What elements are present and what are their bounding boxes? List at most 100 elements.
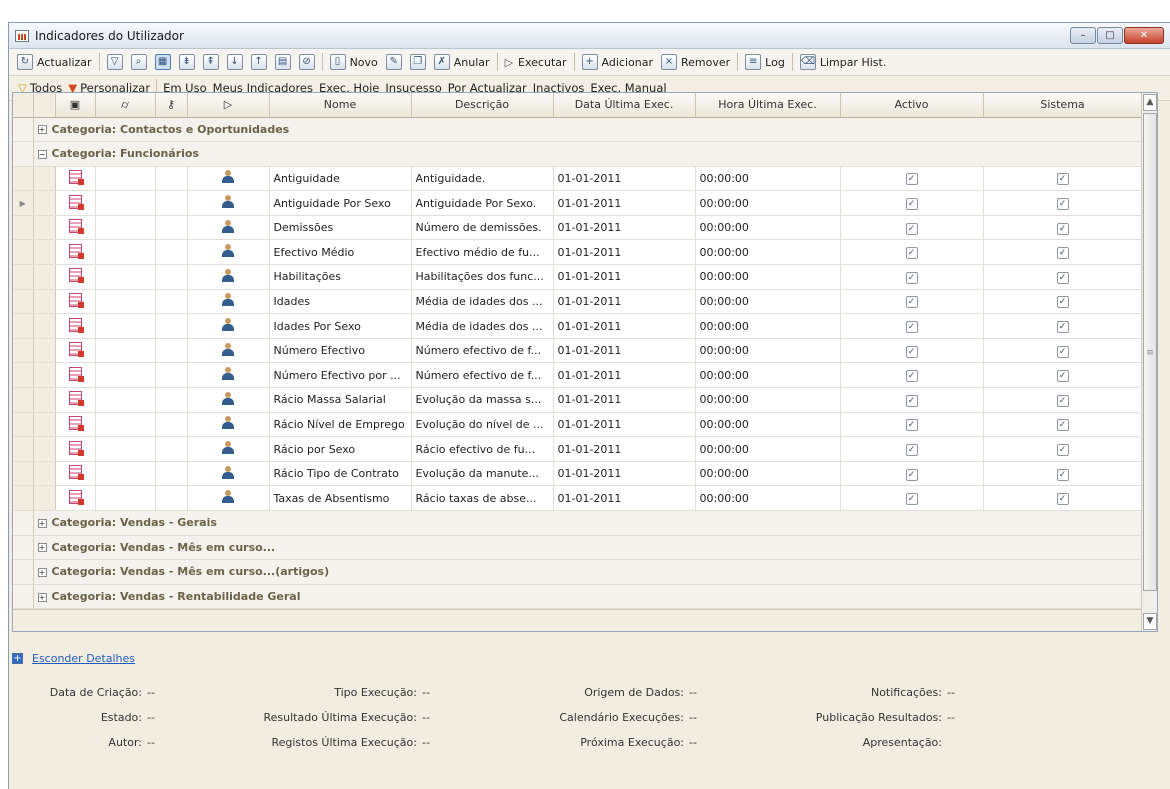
expand-icon[interactable]: +	[37, 592, 47, 602]
table-row[interactable]: Antiguidade Antiguidade. 01-01-2011 00:00:0…	[13, 166, 1143, 192]
table-row[interactable]: Rácio Massa Salarial Evolução da massa s.…	[13, 387, 1143, 413]
collapse-details-icon[interactable]: +	[12, 653, 23, 664]
last-exec-time-cell[interactable]: 00:00:00	[695, 436, 841, 462]
system-checkbox[interactable]: ✓	[1056, 271, 1069, 284]
description-cell[interactable]: Evolução da manute...	[411, 461, 554, 487]
group-by-button[interactable]: ▦	[151, 52, 175, 73]
cancel-button[interactable]: ✗ Anular	[430, 52, 494, 73]
table-row[interactable]: Número Efectivo por ... Número efectivo d…	[13, 362, 1143, 389]
last-exec-date-cell[interactable]: 01-01-2011	[553, 436, 696, 462]
find-button[interactable]: ⌕	[127, 52, 151, 73]
columns-button[interactable]: ▤	[271, 52, 295, 73]
column-header-report-type[interactable]: ▣	[55, 93, 96, 118]
system-checkbox[interactable]: ✓	[1056, 173, 1069, 186]
group-cell[interactable]: − Categoria: Funcionários	[33, 141, 1143, 167]
scroll-thumb[interactable]: ≡	[1143, 113, 1157, 591]
refresh-button[interactable]: ↻ Actualizar	[13, 52, 96, 73]
name-cell[interactable]: Antiguidade Por Sexo	[269, 190, 412, 216]
hide-details-link[interactable]: Esconder Detalhes	[32, 652, 135, 665]
name-cell[interactable]: Número Efectivo	[269, 338, 412, 364]
system-checkbox[interactable]: ✓	[1056, 419, 1069, 432]
group-cell[interactable]: + Categoria: Vendas - Rentabilidade Geral	[33, 584, 1143, 610]
group-row[interactable]: + Categoria: Vendas - Mês em curso...	[13, 535, 1143, 561]
system-checkbox[interactable]: ✓	[1056, 321, 1069, 334]
table-row[interactable]: Rácio Tipo de Contrato Evolução da manute…	[13, 461, 1143, 487]
close-button[interactable]: ✕	[1124, 27, 1164, 44]
table-row[interactable]: Habilitações Habilitações dos func... 01-0…	[13, 264, 1143, 290]
active-checkbox[interactable]: ✓	[905, 370, 918, 383]
description-cell[interactable]: Evolução da massa s...	[411, 387, 554, 413]
last-exec-date-cell[interactable]: 01-01-2011	[553, 264, 696, 290]
table-row[interactable]: Idades Por Sexo Média de idades dos ... 01…	[13, 313, 1143, 339]
column-header-execution[interactable]: ▷	[187, 93, 270, 118]
description-cell[interactable]: Número efectivo de f...	[411, 362, 554, 389]
collapse-all-button[interactable]: ⇞	[199, 52, 223, 73]
execute-button[interactable]: ▷ Executar	[501, 52, 571, 73]
group-cell[interactable]: + Categoria: Vendas - Mês em curso...	[33, 535, 1143, 561]
expand-icon[interactable]: +	[37, 518, 47, 528]
group-row[interactable]: + Categoria: Vendas - Gerais	[13, 510, 1143, 536]
last-exec-date-cell[interactable]: 01-01-2011	[553, 387, 696, 413]
group-row[interactable]: + Categoria: Vendas - Mês em curso...(art…	[13, 559, 1143, 585]
group-row[interactable]: + Categoria: Vendas - Rentabilidade Geral	[13, 584, 1143, 610]
table-row[interactable]: Rácio por Sexo Rácio efectivo de fu... 01-…	[13, 436, 1143, 462]
active-checkbox[interactable]: ✓	[905, 468, 918, 481]
name-cell[interactable]: Número Efectivo por ...	[269, 362, 412, 389]
table-row[interactable]: Demissões Número de demissões. 01-01-2011 0…	[13, 215, 1143, 241]
active-checkbox[interactable]: ✓	[905, 493, 918, 506]
name-cell[interactable]: Rácio Nível de Emprego	[269, 412, 412, 438]
remove-button[interactable]: × Remover	[657, 52, 734, 73]
table-row[interactable]: Rácio Nível de Emprego Evolução do nível …	[13, 412, 1143, 438]
last-exec-date-cell[interactable]: 01-01-2011	[553, 313, 696, 339]
last-exec-time-cell[interactable]: 00:00:00	[695, 239, 841, 266]
active-checkbox[interactable]: ✓	[905, 173, 918, 186]
group-cell[interactable]: + Categoria: Vendas - Mês em curso...(art…	[33, 559, 1143, 585]
group-cell[interactable]: + Categoria: Contactos e Oportunidades	[33, 117, 1143, 143]
add-button[interactable]: + Adicionar	[578, 52, 657, 73]
system-checkbox[interactable]: ✓	[1056, 296, 1069, 309]
last-exec-time-cell[interactable]: 00:00:00	[695, 313, 841, 339]
name-cell[interactable]: Efectivo Médio	[269, 239, 412, 266]
column-header-last-exec-date[interactable]: Data Última Exec.	[553, 93, 696, 118]
active-checkbox[interactable]: ✓	[905, 271, 918, 284]
last-exec-time-cell[interactable]: 00:00:00	[695, 289, 841, 315]
active-checkbox[interactable]: ✓	[905, 321, 918, 334]
group-row[interactable]: − Categoria: Funcionários	[13, 141, 1143, 167]
name-cell[interactable]: Rácio Massa Salarial	[269, 387, 412, 413]
description-cell[interactable]: Média de idades dos ...	[411, 289, 554, 315]
last-exec-date-cell[interactable]: 01-01-2011	[553, 412, 696, 438]
name-cell[interactable]: Antiguidade	[269, 166, 412, 192]
system-checkbox[interactable]: ✓	[1056, 198, 1069, 211]
description-cell[interactable]: Rácio efectivo de fu...	[411, 436, 554, 462]
active-checkbox[interactable]: ✓	[905, 198, 918, 211]
system-checkbox[interactable]: ✓	[1056, 444, 1069, 457]
table-row[interactable]: Efectivo Médio Efectivo médio de fu... 01-…	[13, 239, 1143, 266]
description-cell[interactable]: Número de demissões.	[411, 215, 554, 241]
last-exec-date-cell[interactable]: 01-01-2011	[553, 338, 696, 364]
last-exec-time-cell[interactable]: 00:00:00	[695, 338, 841, 364]
column-header-favorite[interactable]: ⌭	[95, 93, 156, 118]
description-cell[interactable]: Efectivo médio de fu...	[411, 239, 554, 266]
maximize-button[interactable]: □	[1097, 27, 1123, 44]
active-checkbox[interactable]: ✓	[905, 394, 918, 407]
last-exec-date-cell[interactable]: 01-01-2011	[553, 289, 696, 315]
table-row[interactable]: Taxas de Absentismo Rácio taxas de abse..…	[13, 485, 1143, 511]
table-row[interactable]: Número Efectivo Número efectivo de f... 01…	[13, 338, 1143, 364]
last-exec-date-cell[interactable]: 01-01-2011	[553, 239, 696, 266]
last-exec-time-cell[interactable]: 00:00:00	[695, 215, 841, 241]
name-cell[interactable]: Rácio Tipo de Contrato	[269, 461, 412, 487]
sort-descending-button[interactable]: ↑	[247, 52, 271, 73]
expand-icon[interactable]: +	[37, 125, 47, 135]
last-exec-date-cell[interactable]: 01-01-2011	[553, 190, 696, 216]
name-cell[interactable]: Rácio por Sexo	[269, 436, 412, 462]
collapse-icon[interactable]: −	[37, 149, 47, 159]
system-checkbox[interactable]: ✓	[1056, 345, 1069, 358]
description-cell[interactable]: Habilitações dos func...	[411, 264, 554, 290]
active-checkbox[interactable]: ✓	[905, 444, 918, 457]
vertical-scrollbar[interactable]: ▲ ≡ ▼	[1141, 93, 1157, 631]
table-row[interactable]: Idades Média de idades dos ... 01-01-2011 0…	[13, 289, 1143, 315]
group-row[interactable]: + Categoria: Contactos e Oportunidades	[13, 117, 1143, 143]
system-checkbox[interactable]: ✓	[1056, 247, 1069, 260]
description-cell[interactable]: Antiguidade Por Sexo.	[411, 190, 554, 216]
scroll-up-icon[interactable]: ▲	[1143, 94, 1157, 111]
